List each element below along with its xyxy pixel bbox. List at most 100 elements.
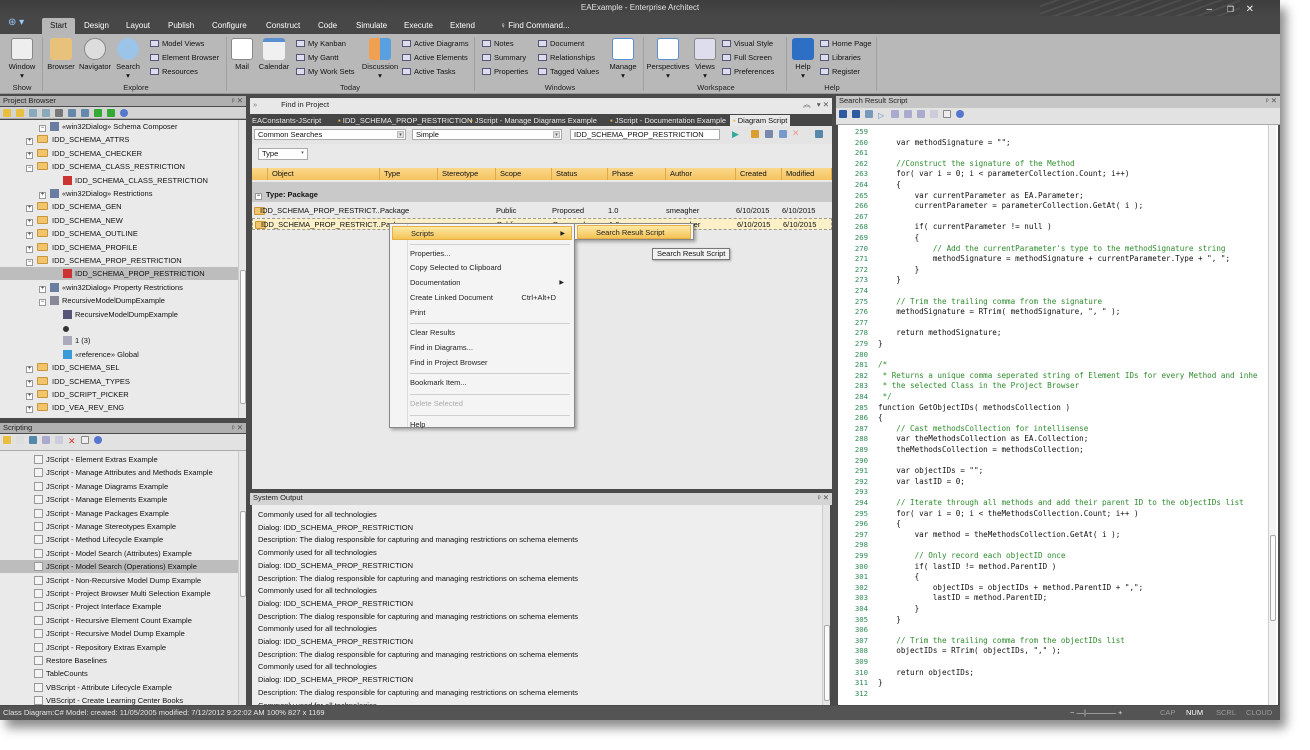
ribbon-summary-button[interactable]: Summary	[482, 53, 526, 62]
expand-icon[interactable]: +	[39, 285, 46, 293]
search-term-input[interactable]: IDD_SCHEMA_PROP_RESTRICTION	[570, 129, 720, 140]
expand-icon[interactable]: +	[26, 393, 33, 400]
find-command[interactable]: ♀ Find Command...	[492, 18, 578, 34]
script-item[interactable]: VBScript - Create Learning Center Books	[0, 694, 238, 705]
doc-tab[interactable]: ▪ JScript - Manage Diagrams Example	[470, 115, 597, 126]
run-icon[interactable]	[865, 110, 873, 118]
tab-extend[interactable]: Extend	[442, 18, 483, 34]
menu-item-print[interactable]: Print	[410, 306, 570, 320]
ribbon-model-views-button[interactable]: Model Views	[150, 39, 204, 48]
tree-item[interactable]: + IDD_SCHEMA_TYPES	[0, 375, 238, 388]
move-up-icon[interactable]	[94, 109, 102, 117]
pin-close-icons[interactable]: ᵖ ✕	[232, 96, 243, 106]
manage-button[interactable]: Manage ▾	[606, 38, 640, 80]
tree-item[interactable]	[0, 321, 238, 334]
tree-item[interactable]: + IDD_SCHEMA_GEN	[0, 200, 238, 213]
help-icon[interactable]	[120, 109, 128, 117]
step-over-icon[interactable]	[904, 110, 912, 118]
ribbon-my-gantt-button[interactable]: My Gantt	[296, 53, 338, 62]
script-item[interactable]: JScript - Manage Packages Example	[0, 507, 238, 520]
expand-icon[interactable]: +	[26, 245, 33, 253]
scripting-scrollbar[interactable]	[238, 451, 246, 705]
doc-tab[interactable]: EAConstants-JScript	[252, 115, 321, 126]
ribbon-my-work-sets-button[interactable]: My Work Sets	[296, 67, 355, 76]
tree-item[interactable]: + «win32Dialog» Property Restrictions	[0, 281, 238, 294]
doc-tab[interactable]: ▪ IDD_SCHEMA_PROP_RESTRICTION	[338, 115, 472, 126]
tree-item[interactable]: + IDD_SCRIPT_PICKER	[0, 388, 238, 401]
script-item[interactable]: JScript - Manage Stereotypes Example	[0, 520, 238, 533]
ribbon-notes-button[interactable]: Notes	[482, 39, 514, 48]
doc-tab[interactable]: ▪ JScript - Documentation Example	[610, 115, 726, 126]
edit-icon[interactable]	[779, 130, 787, 138]
find-icon[interactable]	[55, 109, 63, 117]
perspectives-button[interactable]: Perspectives ▾	[646, 38, 690, 80]
tab-simulate[interactable]: Simulate	[348, 18, 395, 34]
script-item[interactable]: JScript - Recursive Element Count Exampl…	[0, 614, 238, 627]
ribbon-full-screen-button[interactable]: Full Screen	[722, 53, 772, 62]
menu-item-find-in-diagrams[interactable]: Find in Diagrams...	[410, 341, 570, 355]
mail-button[interactable]: Mail	[230, 38, 254, 71]
expand-icon[interactable]: +	[26, 138, 33, 146]
collapse-icon[interactable]: −	[255, 193, 262, 200]
code-editor[interactable]: 259 260 var methodSignature = ""; 261 262 /…	[838, 125, 1278, 705]
tree-item[interactable]: RecursiveModelDumpExample	[0, 308, 238, 321]
window-button[interactable]: Window ▾	[6, 38, 38, 80]
tree-item[interactable]: + IDD_VEA_REV_ENG	[0, 401, 238, 414]
collapse-icon[interactable]: −	[39, 299, 46, 307]
menu-item-properties[interactable]: Properties...	[410, 247, 570, 261]
script-item[interactable]: JScript - Manage Diagrams Example	[0, 480, 238, 493]
script-item[interactable]: VBScript - Attribute Lifecycle Example	[0, 681, 238, 694]
tab-design[interactable]: Design	[76, 18, 117, 34]
tree-item[interactable]: + «win32Dialog» Restrictions	[0, 187, 238, 200]
system-output-scrollbar[interactable]	[822, 505, 830, 705]
expand-icon[interactable]: +	[26, 379, 33, 387]
menu-item-clear-results[interactable]: Clear Results	[410, 326, 570, 340]
tree-item[interactable]: + IDD_SCHEMA_CHECKER	[0, 147, 238, 160]
group-header[interactable]: − Type: Package	[252, 182, 832, 202]
expand-icon[interactable]: »	[253, 100, 257, 109]
properties-icon[interactable]	[943, 110, 951, 118]
script-item[interactable]: JScript - Method Lifecycle Example	[0, 533, 238, 546]
tab-layout[interactable]: Layout	[118, 18, 158, 34]
tab-construct[interactable]: Construct	[258, 18, 308, 34]
search-category-select[interactable]: Common Searches ▾	[254, 129, 406, 140]
tab-publish[interactable]: Publish	[160, 18, 202, 34]
save-icon[interactable]	[839, 110, 847, 118]
ribbon-preferences-button[interactable]: Preferences	[722, 67, 774, 76]
tab-start[interactable]: Start	[42, 18, 75, 34]
menu-item-help[interactable]: Help	[410, 418, 570, 432]
layout-icon[interactable]	[81, 109, 89, 117]
run-script-icon[interactable]	[42, 436, 50, 444]
copy-icon[interactable]	[765, 130, 773, 138]
ribbon-resources-button[interactable]: Resources	[150, 67, 198, 76]
refresh-icon[interactable]	[29, 436, 37, 444]
expand-icon[interactable]: +	[26, 232, 33, 240]
browser-button[interactable]: Browser	[46, 38, 76, 71]
script-item[interactable]: JScript - Repository Extras Example	[0, 641, 238, 654]
scroll-thumb[interactable]	[240, 270, 246, 404]
tree-item[interactable]: − «win32Dialog» Schema Composer	[0, 120, 238, 133]
calendar-button[interactable]: Calendar	[258, 38, 290, 71]
script-item[interactable]: Restore Baselines	[0, 654, 238, 667]
script-item[interactable]: JScript - Manage Elements Example	[0, 493, 238, 506]
collapse-icon[interactable]: −	[26, 165, 33, 173]
search-builder-icon[interactable]	[751, 130, 759, 138]
help-icon[interactable]	[956, 110, 964, 118]
search-mode-select[interactable]: Simple ▾	[412, 129, 562, 140]
collapse-icon[interactable]: −	[39, 125, 46, 132]
tree-item[interactable]: IDD_SCHEMA_PROP_RESTRICTION	[0, 267, 238, 281]
ribbon-my-kanban-button[interactable]: My Kanban	[296, 39, 346, 48]
menu-item-documentation[interactable]: Documentation ▶	[410, 276, 570, 290]
expand-icon[interactable]: +	[26, 406, 33, 414]
run-search-icon[interactable]: ▶	[732, 129, 739, 140]
options-icon[interactable]	[815, 130, 823, 138]
help-icon[interactable]	[94, 436, 102, 444]
script-item[interactable]: JScript - Non-Recursive Model Dump Examp…	[0, 574, 238, 587]
ribbon-active-diagrams-button[interactable]: Active Diagrams	[402, 39, 469, 48]
script-item[interactable]: JScript - Manage Attributes and Methods …	[0, 466, 238, 479]
scroll-thumb[interactable]	[240, 511, 246, 597]
script-item[interactable]: JScript - Element Extras Example	[0, 453, 238, 466]
views-button[interactable]: Views ▾	[692, 38, 718, 80]
new-script-icon[interactable]	[16, 436, 24, 444]
column-header-stereotype[interactable]: Stereotype	[438, 168, 496, 180]
